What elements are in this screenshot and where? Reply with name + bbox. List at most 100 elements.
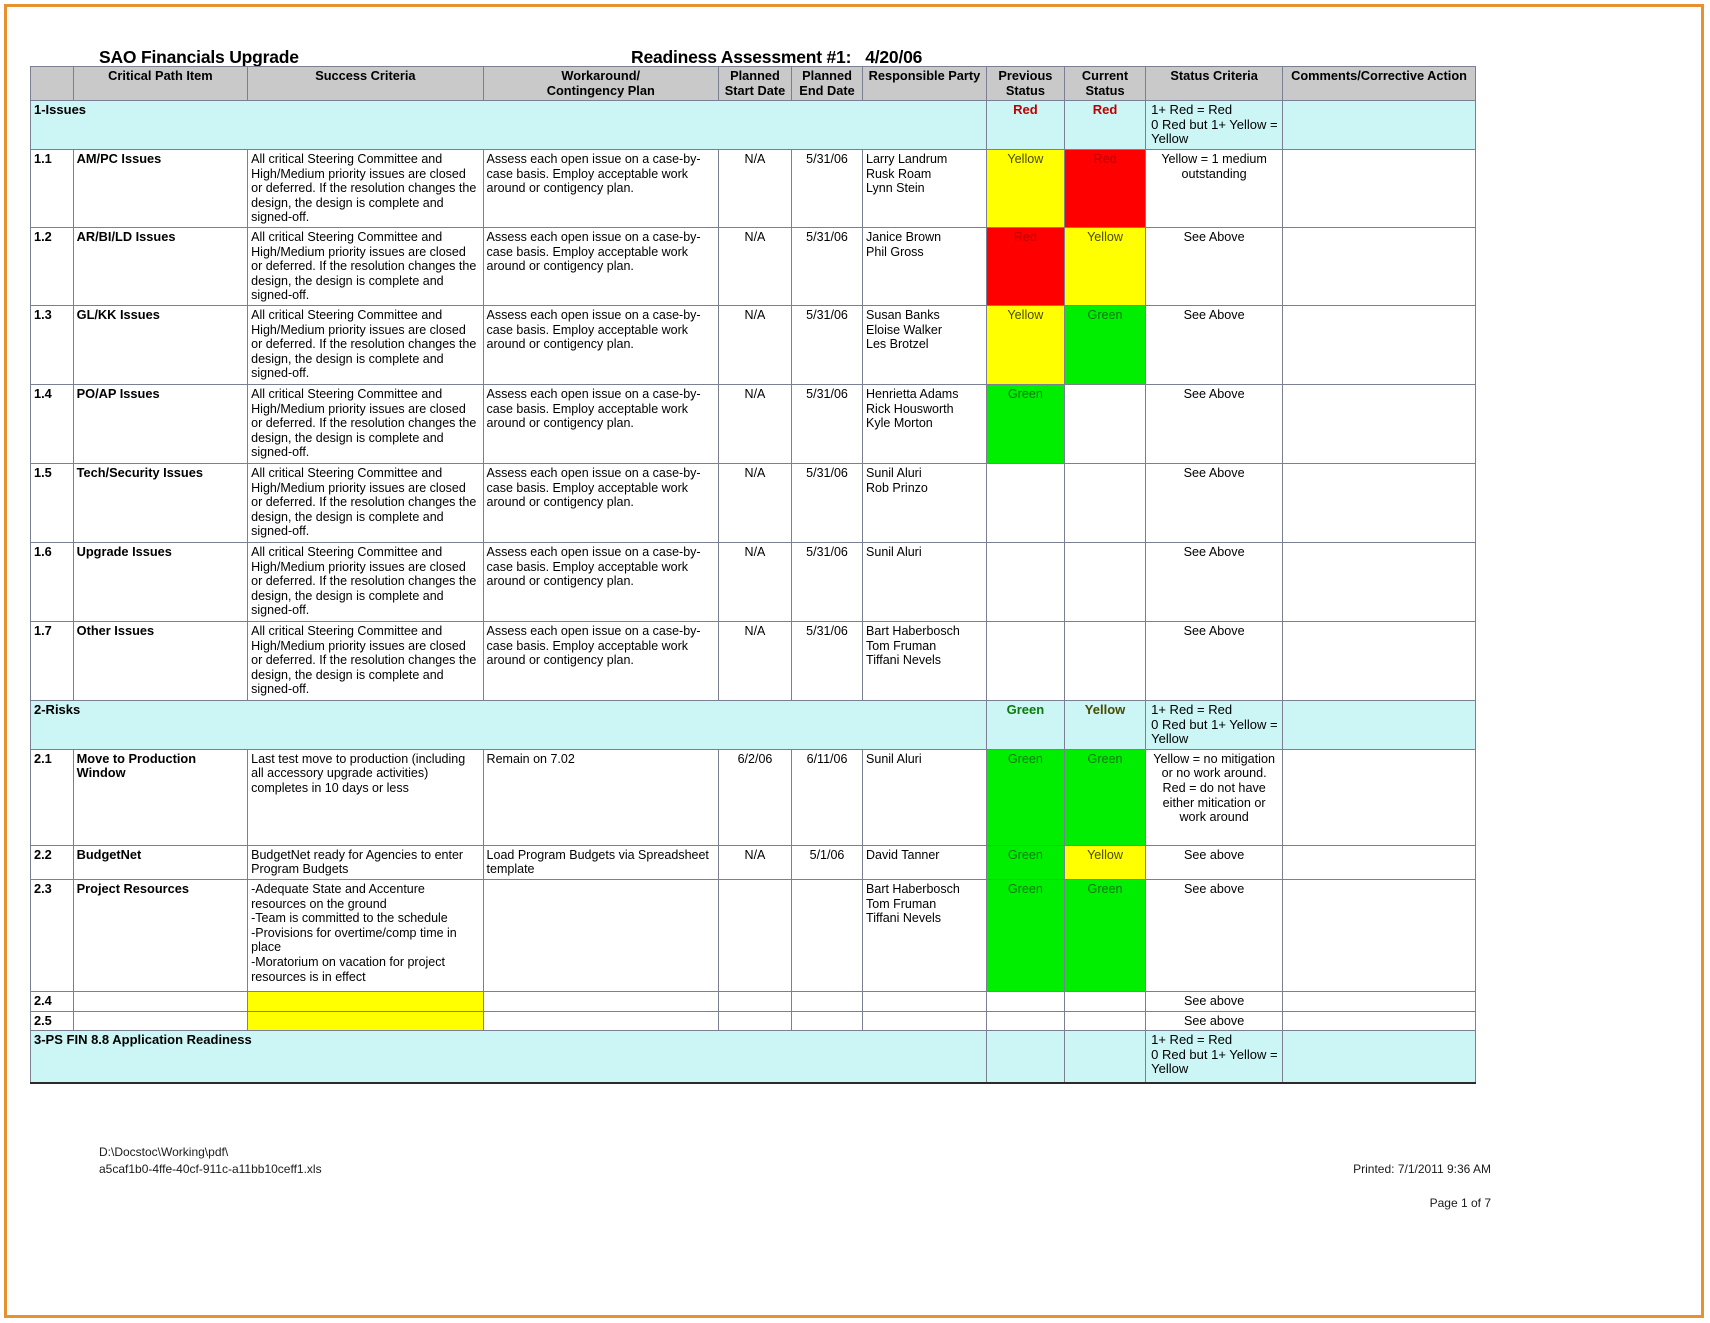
row-planned-start-date[interactable] <box>718 991 791 1011</box>
row-critical-path-item[interactable]: PO/AP Issues <box>73 384 248 463</box>
row-critical-path-item[interactable]: GL/KK Issues <box>73 305 248 384</box>
section-comments[interactable] <box>1283 700 1476 749</box>
row-planned-start-date[interactable]: N/A <box>718 149 791 227</box>
table-row[interactable]: 2.3Project Resources-Adequate State and … <box>31 879 1476 991</box>
row-critical-path-item[interactable]: Project Resources <box>73 879 248 991</box>
row-current-status[interactable]: Yellow <box>1064 845 1145 879</box>
row-planned-start-date[interactable]: N/A <box>718 463 791 542</box>
table-row[interactable]: 1.7Other IssuesAll critical Steering Com… <box>31 621 1476 700</box>
row-success-criteria[interactable]: All critical Steering Committee and High… <box>248 305 483 384</box>
row-workaround[interactable]: Load Program Budgets via Spreadsheet tem… <box>483 845 718 879</box>
row-comments[interactable] <box>1283 463 1476 542</box>
row-workaround[interactable]: Remain on 7.02 <box>483 749 718 845</box>
row-workaround[interactable] <box>483 991 718 1011</box>
row-previous-status[interactable]: Green <box>986 879 1064 991</box>
row-previous-status[interactable] <box>986 1011 1064 1031</box>
row-planned-start-date[interactable]: N/A <box>718 227 791 305</box>
row-planned-start-date[interactable] <box>718 879 791 991</box>
row-planned-end-date[interactable] <box>792 879 863 991</box>
row-planned-start-date[interactable]: N/A <box>718 305 791 384</box>
row-success-criteria[interactable]: -Adequate State and Accenture resources … <box>248 879 483 991</box>
row-current-status[interactable] <box>1064 1011 1145 1031</box>
row-comments[interactable] <box>1283 879 1476 991</box>
row-success-criteria[interactable]: All critical Steering Committee and High… <box>248 542 483 621</box>
row-success-criteria[interactable]: BudgetNet ready for Agencies to enter Pr… <box>248 845 483 879</box>
row-previous-status[interactable]: Green <box>986 845 1064 879</box>
row-workaround[interactable]: Assess each open issue on a case-by-case… <box>483 542 718 621</box>
row-previous-status[interactable]: Yellow <box>986 149 1064 227</box>
table-row[interactable]: 1.1AM/PC IssuesAll critical Steering Com… <box>31 149 1476 227</box>
table-row[interactable]: 1.3GL/KK IssuesAll critical Steering Com… <box>31 305 1476 384</box>
section-current-status[interactable]: Red <box>1064 101 1145 150</box>
row-current-status[interactable] <box>1064 384 1145 463</box>
row-planned-end-date[interactable]: 6/11/06 <box>792 749 863 845</box>
row-critical-path-item[interactable]: BudgetNet <box>73 845 248 879</box>
row-workaround[interactable] <box>483 879 718 991</box>
row-comments[interactable] <box>1283 542 1476 621</box>
row-planned-start-date[interactable]: N/A <box>718 845 791 879</box>
row-success-criteria[interactable]: All critical Steering Committee and High… <box>248 384 483 463</box>
row-critical-path-item[interactable]: AM/PC Issues <box>73 149 248 227</box>
row-responsible-party[interactable]: Sunil Aluri <box>863 749 987 845</box>
row-responsible-party[interactable]: Bart Haberbosch Tom Fruman Tiffani Nevel… <box>863 621 987 700</box>
table-row[interactable]: 2.4See above <box>31 991 1476 1011</box>
row-planned-start-date[interactable]: N/A <box>718 384 791 463</box>
row-current-status[interactable] <box>1064 542 1145 621</box>
row-responsible-party[interactable]: David Tanner <box>863 845 987 879</box>
row-critical-path-item[interactable] <box>73 1011 248 1031</box>
row-planned-end-date[interactable] <box>792 991 863 1011</box>
row-workaround[interactable] <box>483 1011 718 1031</box>
row-current-status[interactable]: Green <box>1064 879 1145 991</box>
row-workaround[interactable]: Assess each open issue on a case-by-case… <box>483 305 718 384</box>
row-previous-status[interactable]: Yellow <box>986 305 1064 384</box>
row-current-status[interactable]: Green <box>1064 749 1145 845</box>
row-success-criteria[interactable] <box>248 1011 483 1031</box>
row-success-criteria[interactable]: All critical Steering Committee and High… <box>248 227 483 305</box>
row-current-status[interactable]: Red <box>1064 149 1145 227</box>
row-planned-start-date[interactable]: N/A <box>718 542 791 621</box>
row-previous-status[interactable] <box>986 542 1064 621</box>
row-comments[interactable] <box>1283 227 1476 305</box>
row-previous-status[interactable]: Green <box>986 749 1064 845</box>
row-planned-end-date[interactable]: 5/31/06 <box>792 463 863 542</box>
row-responsible-party[interactable]: Janice Brown Phil Gross <box>863 227 987 305</box>
row-critical-path-item[interactable]: Other Issues <box>73 621 248 700</box>
row-workaround[interactable]: Assess each open issue on a case-by-case… <box>483 463 718 542</box>
section-previous-status[interactable]: Green <box>986 700 1064 749</box>
row-success-criteria[interactable]: All critical Steering Committee and High… <box>248 149 483 227</box>
row-comments[interactable] <box>1283 991 1476 1011</box>
section-current-status[interactable] <box>1064 1031 1145 1083</box>
table-row[interactable]: 1.5Tech/Security IssuesAll critical Stee… <box>31 463 1476 542</box>
row-planned-end-date[interactable]: 5/31/06 <box>792 149 863 227</box>
row-critical-path-item[interactable]: Upgrade Issues <box>73 542 248 621</box>
row-previous-status[interactable] <box>986 621 1064 700</box>
row-success-criteria[interactable]: Last test move to production (including … <box>248 749 483 845</box>
row-responsible-party[interactable]: Henrietta Adams Rick Housworth Kyle Mort… <box>863 384 987 463</box>
row-critical-path-item[interactable] <box>73 991 248 1011</box>
row-workaround[interactable]: Assess each open issue on a case-by-case… <box>483 149 718 227</box>
section-previous-status[interactable]: Red <box>986 101 1064 150</box>
row-responsible-party[interactable]: Susan Banks Eloise Walker Les Brotzel <box>863 305 987 384</box>
section-row[interactable]: 3-PS FIN 8.8 Application Readiness1+ Red… <box>31 1031 1476 1083</box>
section-previous-status[interactable] <box>986 1031 1064 1083</box>
row-previous-status[interactable]: Red <box>986 227 1064 305</box>
row-current-status[interactable] <box>1064 463 1145 542</box>
row-previous-status[interactable]: Green <box>986 384 1064 463</box>
row-success-criteria[interactable]: All critical Steering Committee and High… <box>248 463 483 542</box>
row-current-status[interactable]: Yellow <box>1064 227 1145 305</box>
row-planned-end-date[interactable]: 5/31/06 <box>792 384 863 463</box>
section-row[interactable]: 1-IssuesRedRed1+ Red = Red 0 Red but 1+ … <box>31 101 1476 150</box>
row-previous-status[interactable] <box>986 463 1064 542</box>
section-current-status[interactable]: Yellow <box>1064 700 1145 749</box>
row-comments[interactable] <box>1283 1011 1476 1031</box>
row-planned-end-date[interactable]: 5/1/06 <box>792 845 863 879</box>
row-planned-end-date[interactable]: 5/31/06 <box>792 227 863 305</box>
row-previous-status[interactable] <box>986 991 1064 1011</box>
section-row[interactable]: 2-RisksGreenYellow1+ Red = Red 0 Red but… <box>31 700 1476 749</box>
table-row[interactable]: 2.5See above <box>31 1011 1476 1031</box>
row-comments[interactable] <box>1283 845 1476 879</box>
row-workaround[interactable]: Assess each open issue on a case-by-case… <box>483 384 718 463</box>
row-current-status[interactable]: Green <box>1064 305 1145 384</box>
row-success-criteria[interactable]: All critical Steering Committee and High… <box>248 621 483 700</box>
row-current-status[interactable] <box>1064 991 1145 1011</box>
